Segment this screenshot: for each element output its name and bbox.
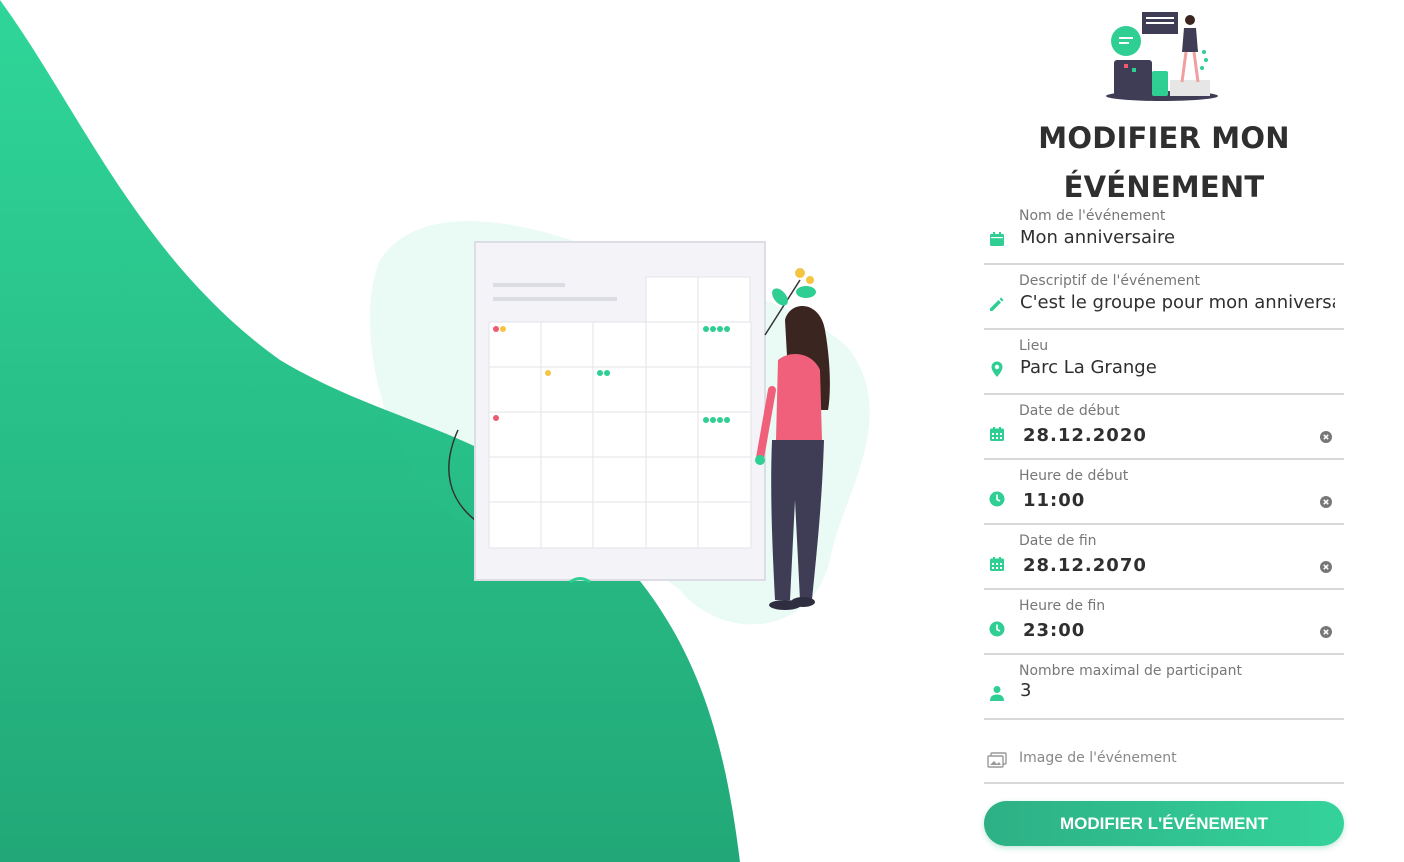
- end-time-label: Heure de fin: [1019, 598, 1106, 614]
- clear-icon[interactable]: [1320, 496, 1332, 508]
- image-icon: [987, 752, 1007, 768]
- start-date-input[interactable]: 28.12.2020: [1023, 425, 1338, 446]
- event-name-field[interactable]: Nom de l'événement Mon anniversaire: [984, 205, 1344, 265]
- pencil-icon: [990, 297, 1004, 311]
- edit-event-panel: MODIFIER MON ÉVÉNEMENT Nom de l'événemen…: [984, 0, 1344, 862]
- event-name-label: Nom de l'événement: [1019, 208, 1166, 224]
- location-input[interactable]: Parc La Grange: [1020, 357, 1335, 378]
- person-icon: [990, 686, 1004, 701]
- max-participants-input[interactable]: 3: [1020, 680, 1335, 701]
- header-illustration: [1106, 12, 1218, 101]
- description-label: Descriptif de l'événement: [1019, 273, 1200, 289]
- calendar-grid-icon: [990, 557, 1004, 571]
- start-date-label: Date de début: [1019, 403, 1120, 419]
- start-time-input[interactable]: 11:00: [1023, 490, 1338, 511]
- image-upload-field[interactable]: Image de l'événement: [984, 736, 1344, 784]
- hero-illustration: [0, 0, 870, 862]
- end-date-field[interactable]: Date de fin 28.12.2070: [984, 530, 1344, 590]
- start-date-field[interactable]: Date de début 28.12.2020: [984, 400, 1344, 460]
- start-time-label: Heure de début: [1019, 468, 1129, 484]
- max-participants-field[interactable]: Nombre maximal de participant 3: [984, 660, 1344, 720]
- description-input[interactable]: C'est le groupe pour mon anniversaire: [1020, 292, 1335, 313]
- calendar-icon: [990, 232, 1004, 246]
- end-date-label: Date de fin: [1019, 533, 1097, 549]
- clear-icon[interactable]: [1320, 626, 1332, 638]
- location-field[interactable]: Lieu Parc La Grange: [984, 335, 1344, 395]
- end-time-field[interactable]: Heure de fin 23:00: [984, 595, 1344, 655]
- submit-button[interactable]: MODIFIER L'ÉVÉNEMENT: [984, 801, 1344, 846]
- start-time-field[interactable]: Heure de début 11:00: [984, 465, 1344, 525]
- calendar-board-illustration: [474, 241, 766, 581]
- image-upload-label: Image de l'événement: [1019, 750, 1177, 766]
- max-participants-label: Nombre maximal de participant: [1019, 663, 1242, 679]
- location-pin-icon: [991, 361, 1003, 377]
- calendar-grid-icon: [990, 427, 1004, 441]
- end-time-input[interactable]: 23:00: [1023, 620, 1338, 641]
- description-field[interactable]: Descriptif de l'événement C'est le group…: [984, 270, 1344, 330]
- location-label: Lieu: [1019, 338, 1049, 354]
- clear-icon[interactable]: [1320, 561, 1332, 573]
- event-name-input[interactable]: Mon anniversaire: [1020, 227, 1335, 248]
- end-date-input[interactable]: 28.12.2070: [1023, 555, 1338, 576]
- page-title: MODIFIER MON ÉVÉNEMENT: [1038, 121, 1290, 204]
- clear-icon[interactable]: [1320, 431, 1332, 443]
- clock-icon: [989, 491, 1005, 507]
- clock-icon: [989, 621, 1005, 637]
